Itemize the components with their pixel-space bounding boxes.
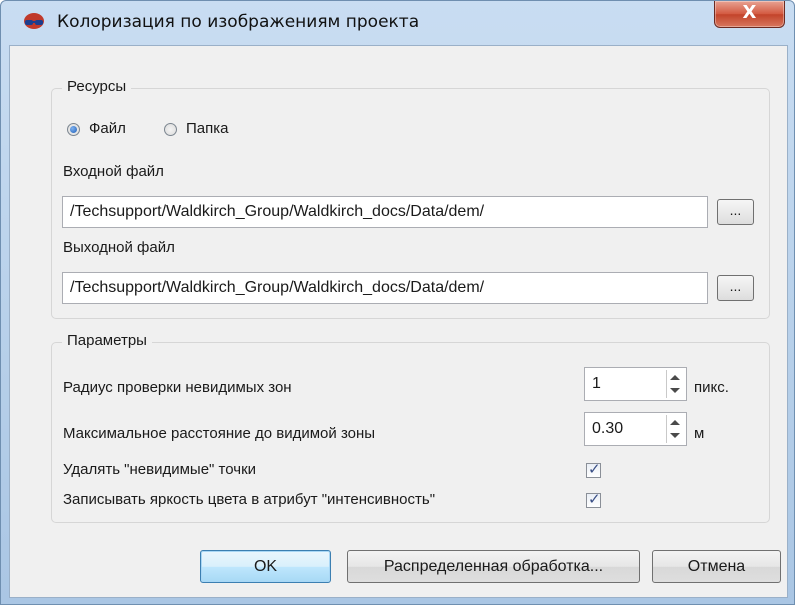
spin-up-icon[interactable] — [670, 420, 680, 425]
spin-down-icon[interactable] — [670, 433, 680, 438]
cancel-button[interactable]: Отмена — [652, 550, 781, 583]
input-file-field[interactable]: /Techsupport/Waldkirch_Group/Waldkirch_d… — [62, 196, 708, 228]
radius-unit: пикс. — [694, 379, 729, 396]
ok-button[interactable]: OK — [200, 550, 331, 583]
radio-file[interactable] — [67, 123, 80, 136]
title-bar: Колоризация по изображениям проекта X — [1, 1, 794, 45]
resources-group-title: Ресурсы — [62, 78, 132, 95]
radio-file-label[interactable]: Файл — [89, 120, 126, 137]
radio-folder[interactable] — [164, 123, 177, 136]
delete-invisible-label: Удалять "невидимые" точки — [63, 461, 257, 478]
delete-invisible-checkbox[interactable] — [586, 460, 601, 478]
output-file-label: Выходной файл — [63, 239, 175, 256]
max-distance-spin-arrows[interactable] — [666, 415, 684, 443]
dialog-body: Ресурсы Файл Папка Входной файл /Techsup… — [9, 45, 788, 598]
write-brightness-label: Записывать яркость цвета в атрибут "инте… — [63, 491, 436, 508]
radius-label: Радиус проверки невидимых зон — [63, 379, 292, 396]
spin-down-icon[interactable] — [670, 388, 680, 393]
max-distance-value: 0.30 — [592, 420, 624, 437]
distributed-processing-button[interactable]: Распределенная обработка... — [347, 550, 640, 583]
input-file-browse-button[interactable]: ... — [717, 199, 754, 225]
radius-spin-arrows[interactable] — [666, 370, 684, 398]
max-distance-spinbox[interactable]: 0.30 — [584, 412, 687, 446]
dialog-window: Колоризация по изображениям проекта X Ре… — [0, 0, 795, 605]
input-file-label: Входной файл — [63, 163, 164, 180]
max-distance-label: Максимальное расстояние до видимой зоны — [63, 425, 376, 442]
parameters-group: Параметры Радиус проверки невидимых зон … — [51, 332, 770, 523]
colorization-glasses-icon — [24, 13, 44, 29]
radio-folder-label[interactable]: Папка — [186, 120, 228, 137]
spin-up-icon[interactable] — [670, 375, 680, 380]
resources-group: Ресурсы Файл Папка Входной файл /Techsup… — [51, 78, 770, 319]
output-file-browse-button[interactable]: ... — [717, 275, 754, 301]
output-file-field[interactable]: /Techsupport/Waldkirch_Group/Waldkirch_d… — [62, 272, 708, 304]
radius-spinbox[interactable]: 1 — [584, 367, 687, 401]
window-title: Колоризация по изображениям проекта — [57, 12, 420, 32]
max-distance-unit: м — [694, 425, 705, 442]
parameters-group-title: Параметры — [62, 332, 152, 349]
close-button[interactable]: X — [714, 1, 785, 28]
write-brightness-checkbox[interactable] — [586, 490, 601, 508]
radius-value: 1 — [592, 375, 601, 392]
